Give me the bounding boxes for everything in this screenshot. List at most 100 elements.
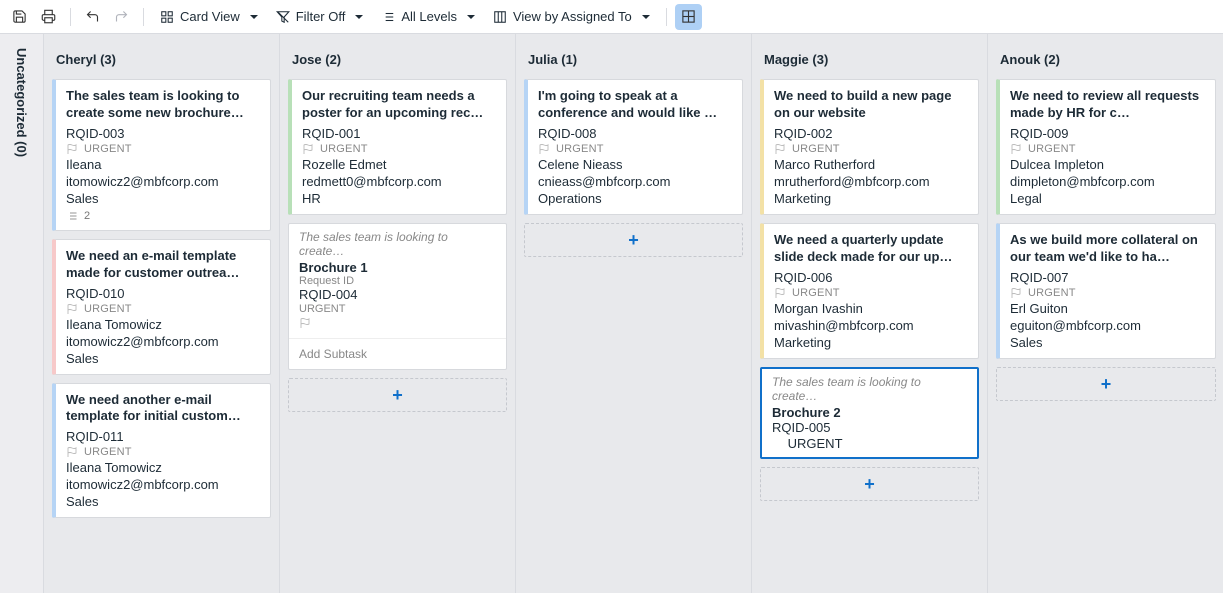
levels-dropdown[interactable]: All Levels [373,4,483,30]
save-icon [12,9,27,24]
card-requester: Ileana Tomowicz [66,317,260,332]
card-urgent: URGENT [538,143,732,155]
plus-icon: + [1101,375,1112,393]
save-button[interactable] [6,4,33,30]
levels-label: All Levels [401,9,457,24]
undo-icon [85,9,100,24]
card-subtask-count: 2 [66,210,260,222]
undo-button[interactable] [79,4,106,30]
uncategorized-lane[interactable]: Uncategorized (0) [0,34,44,593]
flag-icon [774,143,786,155]
card-title: The sales team is looking to create some… [66,88,260,122]
add-card-button[interactable]: + [288,378,507,412]
card-title: We need a quarterly update slide deck ma… [774,232,968,266]
plus-icon: + [392,386,403,404]
card-requester: Erl Guiton [1010,301,1205,316]
levels-icon [381,10,395,24]
column-header: Anouk (2) [996,40,1216,79]
add-card-button[interactable]: + [996,367,1216,401]
card-email: itomowicz2@mbfcorp.com [66,477,260,492]
column-header: Maggie (3) [760,40,979,79]
card-email: itomowicz2@mbfcorp.com [66,334,260,349]
add-card-button[interactable]: + [524,223,743,257]
card[interactable]: I'm going to speak at a conference and w… [524,79,743,215]
card-title: We need another e-mail template for init… [66,392,260,426]
column-jose: Jose (2) Our recruiting team needs a pos… [280,34,516,593]
card-id: RQID-008 [538,126,732,141]
card-id: RQID-001 [302,126,496,141]
card-dept: Sales [66,494,260,509]
subtask-urgent: URGENT [299,303,496,315]
chevron-down-icon [642,15,650,19]
card-view-dropdown[interactable]: Card View [152,4,266,30]
column-header: Jose (2) [288,40,507,79]
flag-icon [774,287,786,299]
column-maggie: Maggie (3) We need to build a new page o… [752,34,988,593]
toolbar: Card View Filter Off All Levels View by … [0,0,1223,34]
flag-icon [66,446,78,458]
card-dept: Operations [538,191,732,206]
card-urgent: URGENT [66,143,260,155]
card-urgent: URGENT [774,143,968,155]
flag-icon [299,317,311,329]
flag-icon [1010,287,1022,299]
card[interactable]: We need to build a new page on our websi… [760,79,979,215]
column-header: Julia (1) [524,40,743,79]
card[interactable]: As we build more collateral on our team … [996,223,1216,359]
subtasks-icon [66,210,78,222]
card-id: RQID-007 [1010,270,1205,285]
column-header: Cheryl (3) [52,40,271,79]
subtask-card[interactable]: The sales team is looking to create… Bro… [288,223,507,370]
print-icon [41,9,56,24]
toggle-panel-button[interactable] [675,4,702,30]
subtask-context: The sales team is looking to create… [772,375,967,403]
filter-label: Filter Off [296,9,346,24]
card-email: dimpleton@mbfcorp.com [1010,174,1205,189]
flag-icon [302,143,314,155]
add-subtask-input[interactable]: Add Subtask [289,338,506,369]
flag-icon [772,436,784,448]
card-email: redmett0@mbfcorp.com [302,174,496,189]
flag-icon [66,303,78,315]
plus-icon: + [864,475,875,493]
card[interactable]: We need another e-mail template for init… [52,383,271,519]
divider [143,8,144,26]
card-view-label: Card View [180,9,240,24]
filter-dropdown[interactable]: Filter Off [268,4,372,30]
column-anouk: Anouk (2) We need to review all requests… [988,34,1223,593]
grid-icon [681,9,696,24]
card-title: I'm going to speak at a conference and w… [538,88,732,122]
card-requester: Ileana [66,157,260,172]
board: Uncategorized (0) Cheryl (3) The sales t… [0,34,1223,593]
card-id: RQID-011 [66,429,260,444]
card-requester: Marco Rutherford [774,157,968,172]
card-urgent: URGENT [1010,287,1205,299]
card[interactable]: We need an e-mail template made for cust… [52,239,271,375]
card-urgent: URGENT [66,446,260,458]
card-email: cnieass@mbfcorp.com [538,174,732,189]
flag-icon [1010,143,1022,155]
card-dept: Marketing [774,191,968,206]
card-id: RQID-009 [1010,126,1205,141]
column-cheryl: Cheryl (3) The sales team is looking to … [44,34,280,593]
divider [70,8,71,26]
redo-button[interactable] [108,4,135,30]
subtask-card-selected[interactable]: The sales team is looking to create… Bro… [760,367,979,459]
add-card-button[interactable]: + [760,467,979,501]
view-by-dropdown[interactable]: View by Assigned To [485,4,658,30]
card[interactable]: We need to review all requests made by H… [996,79,1216,215]
card[interactable]: We need a quarterly update slide deck ma… [760,223,979,359]
card-requester: Ileana Tomowicz [66,460,260,475]
flag-icon [538,143,550,155]
card-id: RQID-003 [66,126,260,141]
filter-icon [276,10,290,24]
print-button[interactable] [35,4,62,30]
card-urgent: URGENT [1010,143,1205,155]
redo-icon [114,9,129,24]
card-dept: HR [302,191,496,206]
card-title: We need to build a new page on our websi… [774,88,968,122]
card[interactable]: The sales team is looking to create some… [52,79,271,231]
card-id: RQID-006 [774,270,968,285]
card[interactable]: Our recruiting team needs a poster for a… [288,79,507,215]
card-dept: Sales [1010,335,1205,350]
